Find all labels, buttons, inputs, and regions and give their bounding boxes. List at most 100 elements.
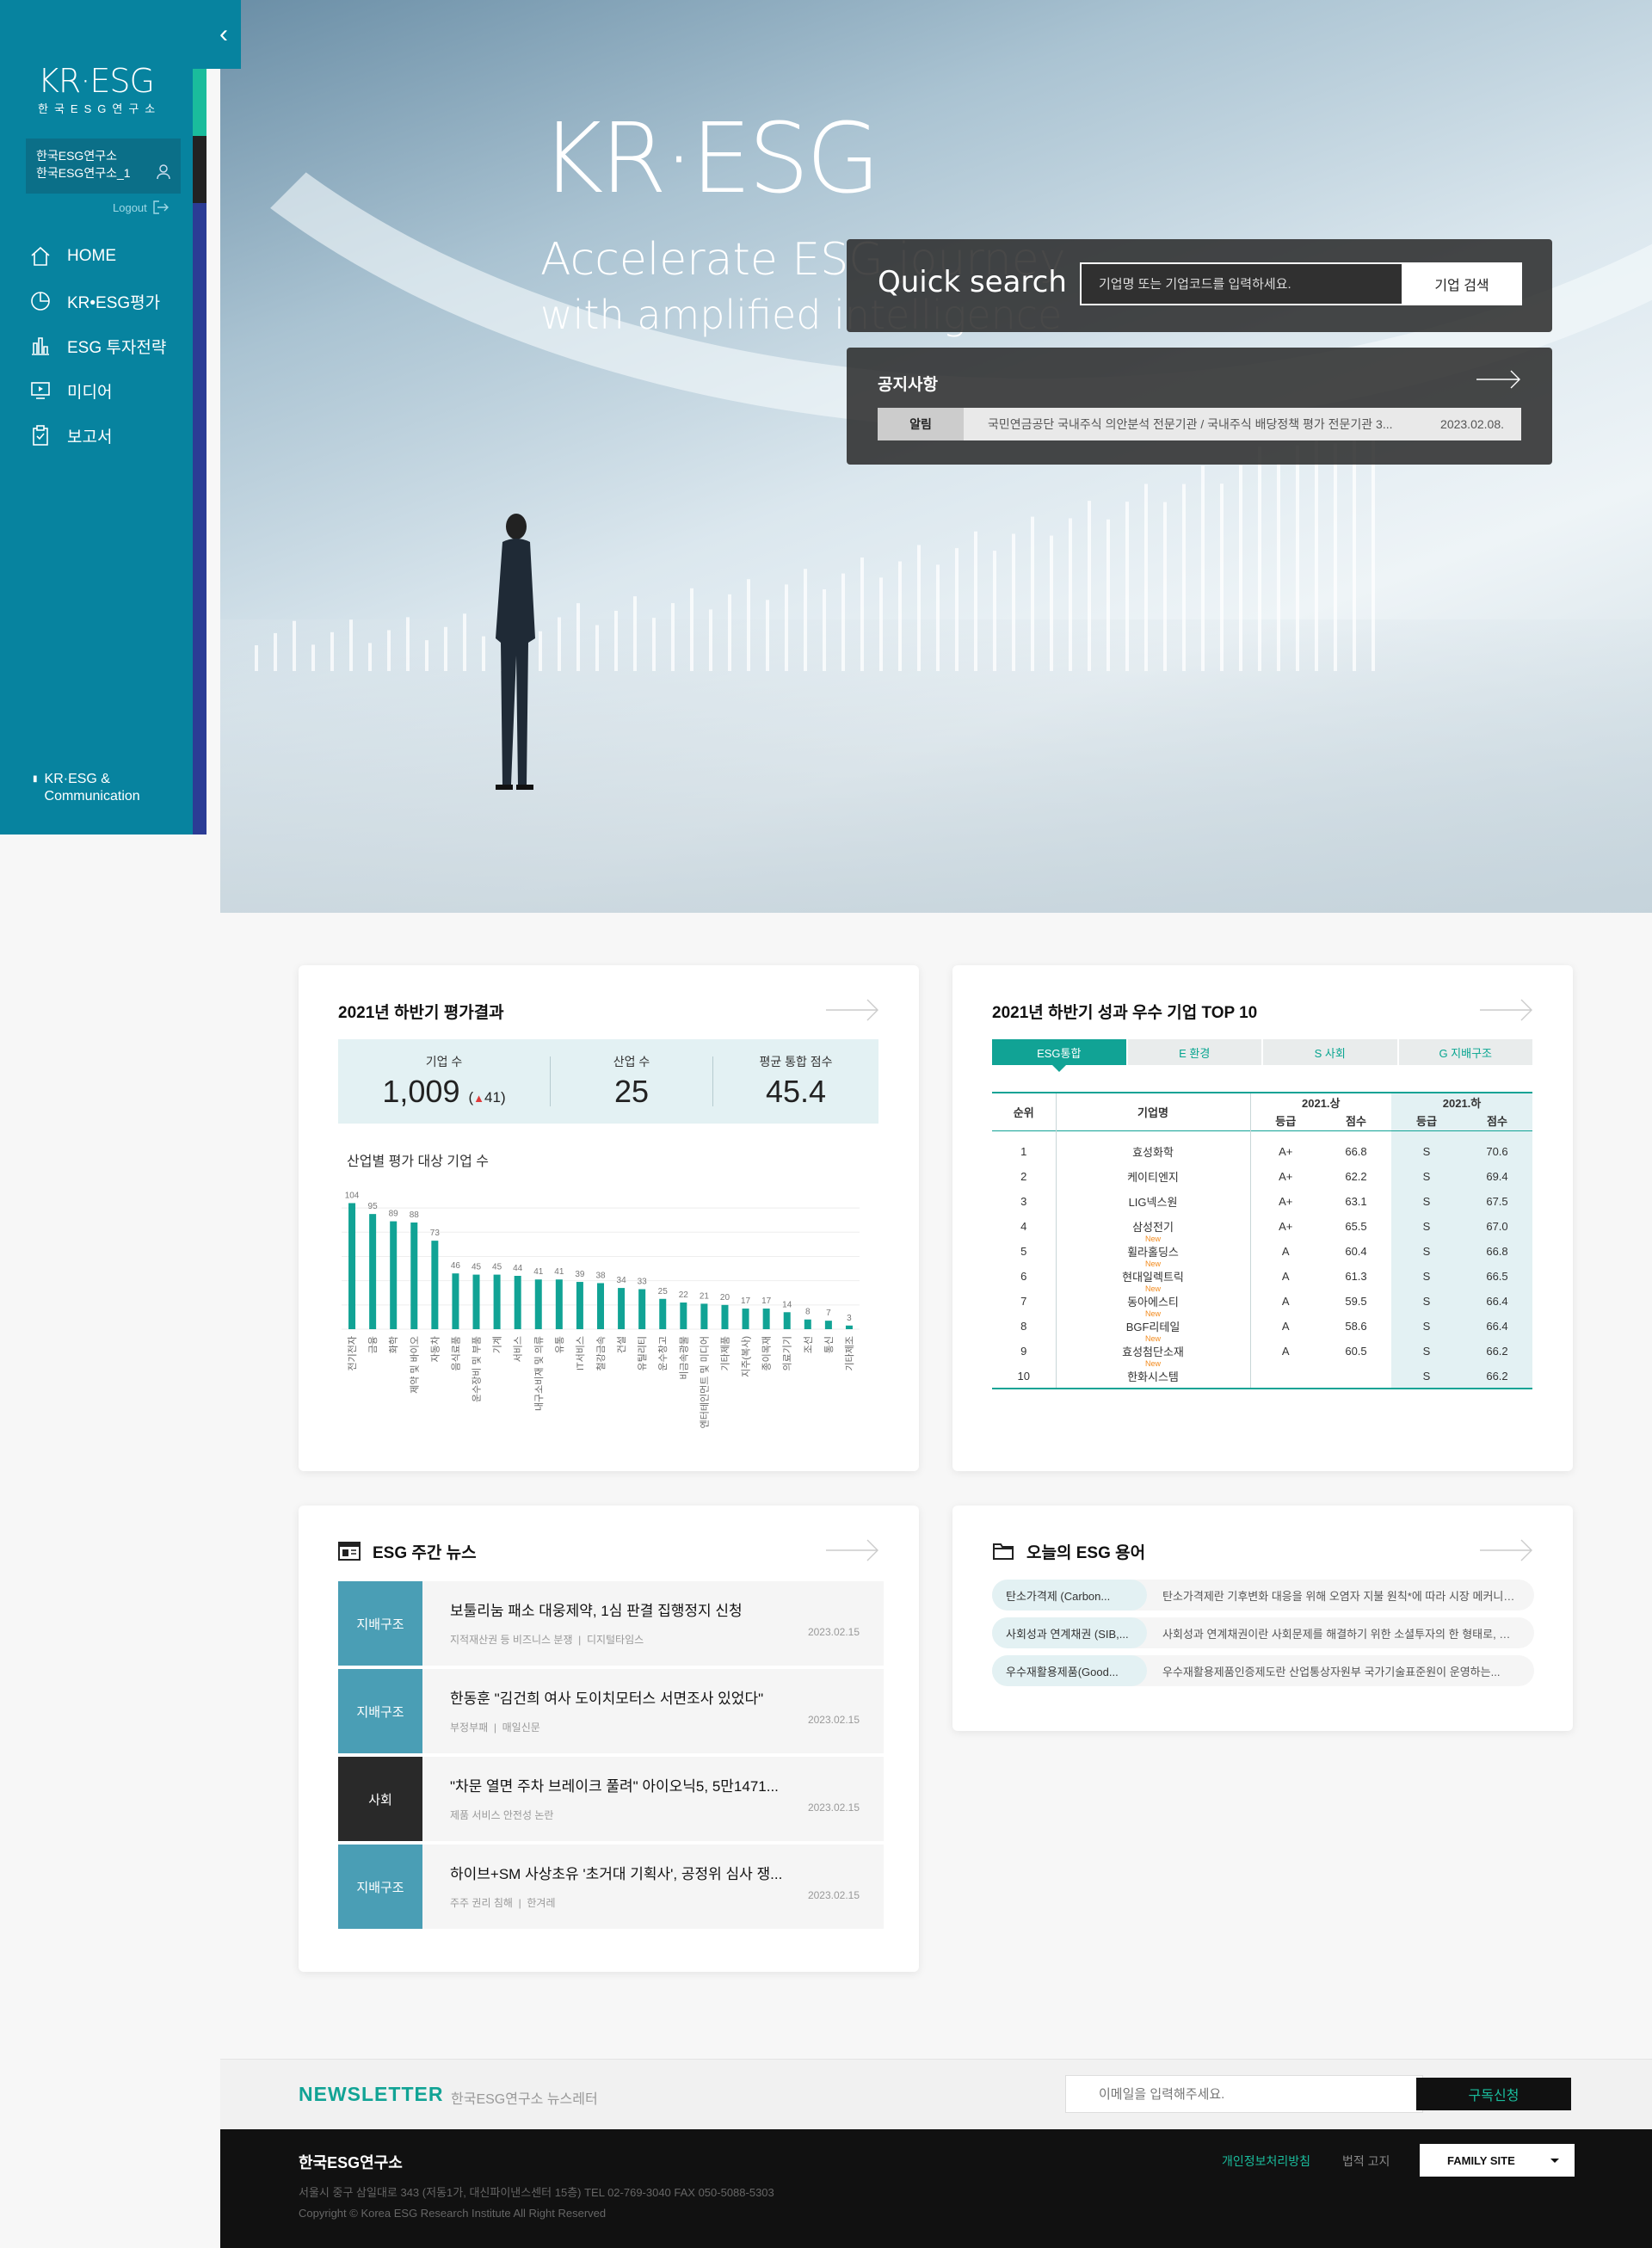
- company-name: 현대일렉트릭: [1122, 1271, 1184, 1284]
- chart-bar[interactable]: [431, 1241, 439, 1329]
- chart-data-label: 45: [492, 1263, 502, 1272]
- score-cell: 67.5: [1462, 1189, 1532, 1214]
- hero-light-bar: [406, 617, 410, 671]
- chart-bar[interactable]: [597, 1283, 604, 1329]
- arrow-right-icon[interactable]: [1480, 1538, 1533, 1562]
- chart-bar[interactable]: [762, 1309, 770, 1329]
- tab-social[interactable]: S 사회: [1263, 1039, 1397, 1065]
- grade-cell: A: [1249, 1314, 1321, 1339]
- card-title: 2021년 하반기 평가결과: [338, 1004, 504, 1022]
- arrow-right-icon[interactable]: [1476, 370, 1521, 389]
- chart-bar[interactable]: [680, 1303, 687, 1329]
- sidebar-item-media[interactable]: 미디어: [29, 368, 166, 413]
- chart-bar[interactable]: [824, 1321, 832, 1329]
- chart-bar[interactable]: [390, 1221, 398, 1329]
- new-badge: New: [1144, 1309, 1161, 1318]
- chart-bar[interactable]: [348, 1203, 356, 1329]
- score-cell: 62.2: [1345, 1170, 1367, 1183]
- sidebar-logo[interactable]: KR·ESG 한국ESG연구소: [38, 64, 161, 116]
- tab-environment[interactable]: E 환경: [1127, 1039, 1261, 1065]
- chart-data-label: 44: [513, 1264, 523, 1273]
- evaluation-results-card: 2021년 하반기 평가결과 기업 수 1,009 (▲41) 산업 수 25 …: [299, 965, 919, 1471]
- news-item[interactable]: 지배구조 하이브+SM 사상초유 '초거대 기획사', 공정위 심사 쟁... 주주…: [338, 1845, 884, 1929]
- user-icon[interactable]: [157, 164, 170, 180]
- glossary-item[interactable]: 탄소가격제 (Carbon... 탄소가격제란 기후변화 대응을 위해 오염자 지…: [992, 1580, 1534, 1611]
- sidebar-item-label: ESG 투자전략: [67, 338, 167, 357]
- news-title: 하이브+SM 사상초유 '초거대 기획사', 공정위 심사 쟁...: [450, 1866, 783, 1882]
- chart-category-label: 지주(복사): [741, 1336, 752, 1377]
- chart-bar[interactable]: [721, 1304, 729, 1329]
- chart-bar[interactable]: [514, 1276, 521, 1329]
- newsletter-bar: NEWSLETTER 한국ESG연구소 뉴스레터 구독신청: [220, 2059, 1652, 2129]
- glossary-term: 탄소가격제 (Carbon...: [992, 1580, 1147, 1611]
- hero-light-bar: [1220, 483, 1224, 671]
- chart-bar[interactable]: [534, 1279, 542, 1329]
- rank-cell: 10: [1017, 1369, 1030, 1383]
- chart-bar[interactable]: [804, 1319, 811, 1329]
- chart-bar[interactable]: [369, 1214, 377, 1329]
- legal-notice-link[interactable]: 법적 고지: [1342, 2153, 1390, 2170]
- chart-bar[interactable]: [618, 1288, 626, 1329]
- family-site-select[interactable]: FAMILY SITE: [1420, 2144, 1575, 2177]
- chart-bar[interactable]: [452, 1273, 459, 1329]
- header-rank: 순위: [1013, 1106, 1034, 1119]
- arrow-right-icon[interactable]: [1480, 998, 1533, 1022]
- hero-light-bar: [823, 589, 826, 671]
- sidebar-collapse-button[interactable]: ‹: [206, 0, 241, 69]
- chart-bar[interactable]: [659, 1298, 667, 1329]
- news-item[interactable]: 지배구조 한동훈 "김건희 여사 도이치모터스 서면조사 있었다" 부정부패 | 매…: [338, 1669, 884, 1753]
- sidebar-item-strategy[interactable]: ESG 투자전략: [29, 323, 166, 368]
- top10-table-body: 1 효성화학 A+ 66.8 S 70.6 2 케이티엔지 A+ 62.2 S 69.4 3 LIG넥스원…: [992, 1130, 1532, 1389]
- privacy-policy-link[interactable]: 개인정보처리방침: [1222, 2153, 1310, 2170]
- subscribe-button[interactable]: 구독신청: [1416, 2078, 1571, 2110]
- company-search-button[interactable]: 기업 검색: [1402, 262, 1522, 305]
- chart-bar[interactable]: [472, 1274, 480, 1329]
- hero-light-bar: [936, 564, 940, 671]
- footer-org-name: 한국ESG연구소: [299, 2154, 403, 2171]
- chart-category-label: 자동차: [429, 1336, 441, 1362]
- chart-bar[interactable]: [555, 1279, 563, 1329]
- table-row[interactable]: 2 케이티엔지 A+ 62.2 S 69.4: [992, 1164, 1532, 1189]
- rank-cell: 1: [1020, 1145, 1027, 1159]
- chart-bar[interactable]: [638, 1289, 646, 1330]
- footer-address: 서울시 중구 삼일대로 343 (저동1가, 대신파이낸스센터 15층) TEL…: [299, 2186, 774, 2199]
- sidebar-item-reports[interactable]: 보고서: [29, 413, 166, 458]
- score-cell: 58.6: [1345, 1320, 1367, 1333]
- newsletter-email-input[interactable]: [1065, 2075, 1423, 2113]
- chart-bar[interactable]: [742, 1309, 749, 1329]
- news-item[interactable]: 사회 "차문 열면 주차 브레이크 풀려" 아이오닉5, 5만1471... 제품 …: [338, 1757, 884, 1841]
- chart-bar[interactable]: [410, 1223, 418, 1329]
- sidebar-item-home[interactable]: HOME: [29, 234, 166, 279]
- hero-light-bar: [690, 588, 693, 671]
- company-name: LIG넥스원: [1128, 1196, 1178, 1209]
- tab-governance[interactable]: G 지배구조: [1398, 1039, 1532, 1065]
- glossary-item[interactable]: 사회성과 연계채권 (SIB,... 사회성과 연계채권이란 사회문제를 해결하기…: [992, 1617, 1534, 1648]
- sidebar-item-evaluation[interactable]: KR•ESG평가: [29, 279, 166, 323]
- logout-link[interactable]: Logout: [113, 200, 170, 214]
- glossary-item[interactable]: 우수재활용제품(Good... 우수재활용제품인증제도란 산업통상자원부 국가기술…: [992, 1655, 1534, 1686]
- quick-search-input[interactable]: [1080, 262, 1403, 305]
- chart-bar[interactable]: [493, 1274, 501, 1329]
- arrow-right-icon[interactable]: [826, 998, 879, 1022]
- chart-data-label: 17: [761, 1296, 772, 1306]
- chart-bar[interactable]: [845, 1325, 853, 1329]
- table-row[interactable]: 10 New 한화시스템 S 66.2: [992, 1359, 1532, 1389]
- news-list: 지배구조 보툴리눔 패소 대웅제약, 1심 판결 집행정지 신청 지적재산권 등 비…: [338, 1581, 884, 1932]
- news-source: 디지털타임스: [586, 1634, 644, 1646]
- sidebar-communication-link[interactable]: ▮ KR·ESG & Communication: [33, 771, 140, 805]
- news-item[interactable]: 지배구조 보툴리눔 패소 대웅제약, 1심 판결 집행정지 신청 지적재산권 등 비…: [338, 1581, 884, 1666]
- hero-light-bar: [330, 631, 334, 671]
- chart-bar[interactable]: [576, 1282, 583, 1329]
- tab-esg-total[interactable]: ESG통합: [992, 1039, 1126, 1072]
- score-cell: 66.2: [1462, 1364, 1532, 1389]
- grade-cell: A: [1249, 1289, 1321, 1314]
- chart-bar[interactable]: [783, 1312, 791, 1329]
- table-row[interactable]: 3 LIG넥스원 A+ 63.1 S 67.5: [992, 1189, 1532, 1214]
- chart-bar[interactable]: [700, 1303, 708, 1329]
- table-row[interactable]: 1 효성화학 A+ 66.8 S 70.6: [992, 1130, 1532, 1164]
- notice-item[interactable]: 알림 국민연금공단 국내주식 의안분석 전문기관 / 국내주식 배당정책 평가 …: [878, 408, 1521, 440]
- hero-person-figure: [496, 514, 535, 790]
- clipboard-icon: [33, 425, 48, 446]
- arrow-right-icon[interactable]: [826, 1538, 879, 1562]
- hero-light-bar: [576, 603, 580, 671]
